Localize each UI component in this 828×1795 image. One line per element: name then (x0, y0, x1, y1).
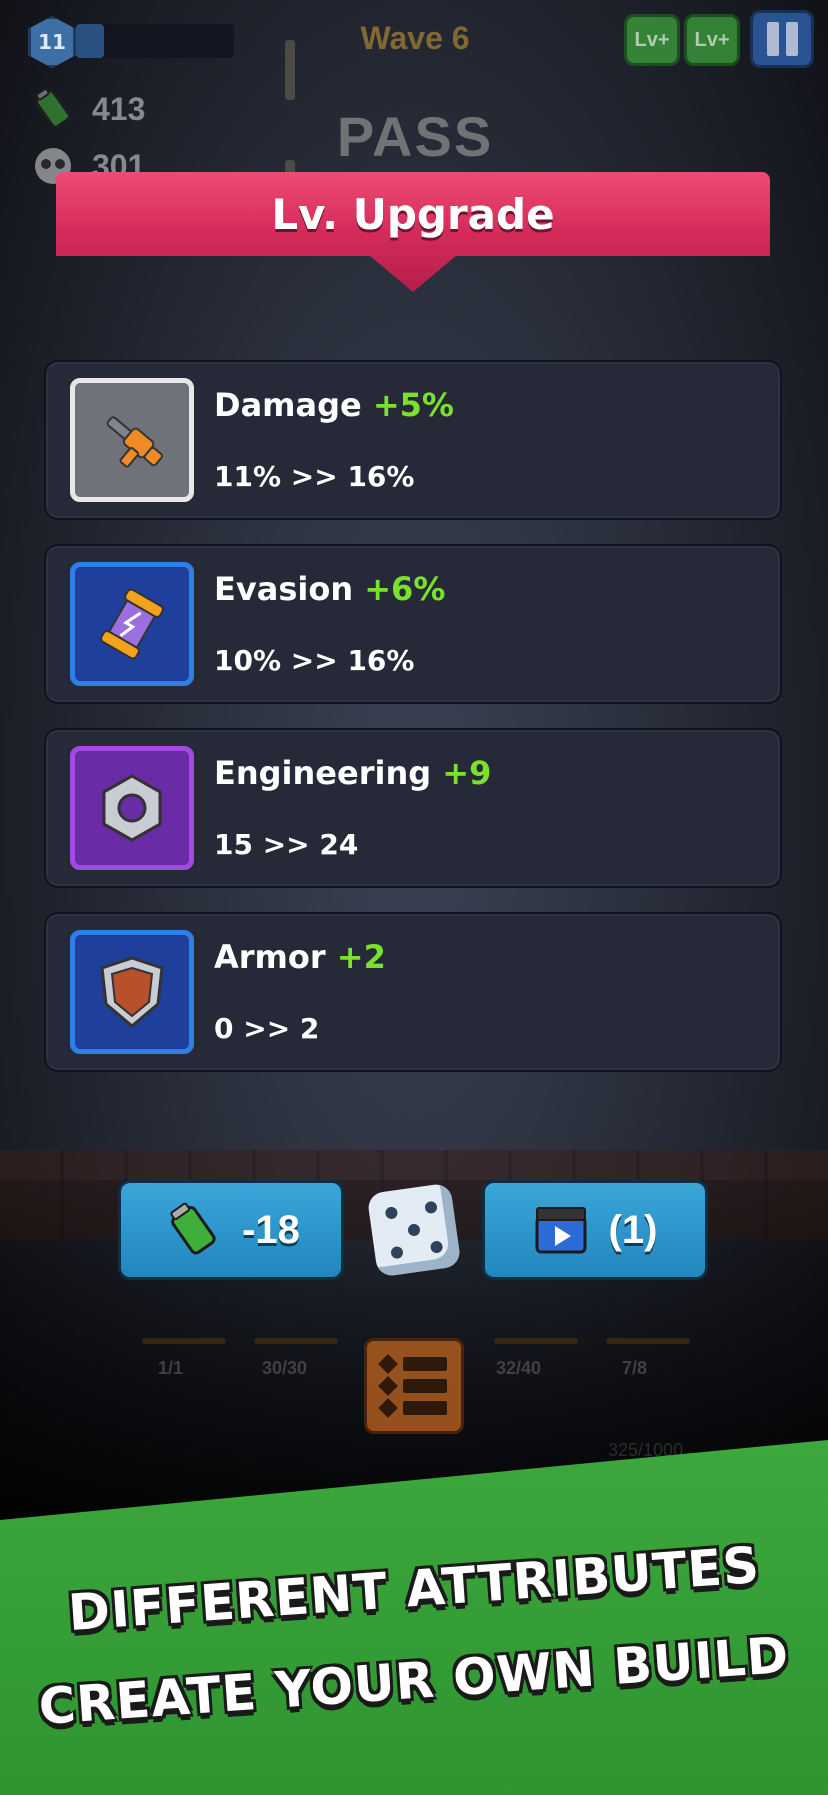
option-range: 11% >> 16% (214, 460, 415, 493)
battery-icon (170, 1202, 216, 1255)
option-title: Armor +2 (214, 938, 386, 976)
upgrade-option-engineering[interactable]: Engineering +9 15 >> 24 (44, 728, 782, 888)
option-title: Evasion +6% (214, 570, 445, 608)
option-bonus: +5% (372, 386, 454, 424)
pause-icon (766, 22, 779, 56)
lv-plus-button[interactable]: Lv+ (624, 14, 680, 66)
battery-icon (35, 88, 71, 129)
refresh-cost: -18 (242, 1207, 300, 1252)
option-name: Damage (214, 386, 362, 424)
slot-bar (254, 1338, 338, 1344)
option-bonus: +6% (364, 570, 446, 608)
upgrade-option-armor[interactable]: Armor +2 0 >> 2 (44, 912, 782, 1072)
battery-counter: 413 (30, 86, 145, 132)
road-marking (285, 40, 295, 100)
dice-icon[interactable] (366, 1182, 462, 1278)
xp-bar (76, 24, 234, 58)
energy-canister-icon (70, 562, 194, 686)
slot-count: 32/40 (496, 1358, 542, 1378)
lv-plus-button[interactable]: Lv+ (684, 14, 740, 66)
option-title: Damage +5% (214, 386, 454, 424)
slot-bar (606, 1338, 690, 1344)
option-bonus: +2 (336, 938, 386, 976)
watch-ad-button[interactable]: (1) (482, 1180, 708, 1280)
shield-icon (70, 930, 194, 1054)
option-range: 10% >> 16% (214, 644, 415, 677)
hex-nut-icon (70, 746, 194, 870)
pass-label[interactable]: PASS (300, 104, 530, 169)
upgrade-option-evasion[interactable]: Evasion +6% 10% >> 16% (44, 544, 782, 704)
rifle-icon (70, 378, 194, 502)
wave-label: Wave 6 (360, 20, 470, 56)
panel-title: Lv. Upgrade (271, 190, 555, 239)
option-name: Evasion (214, 570, 354, 608)
pause-button[interactable] (750, 10, 814, 68)
option-title: Engineering +9 (214, 754, 491, 792)
slot-count: 30/30 (262, 1358, 308, 1378)
video-clapper-icon (535, 1207, 587, 1254)
attribute-list-button[interactable] (364, 1338, 464, 1434)
slot-count: 7/8 (622, 1358, 648, 1378)
slot-bar (142, 1338, 226, 1344)
refresh-cost-button[interactable]: -18 (118, 1180, 344, 1280)
slot-bar (494, 1338, 578, 1344)
slot-count: 1/1 (158, 1358, 184, 1378)
battery-count: 413 (92, 90, 146, 127)
pause-icon (785, 22, 798, 56)
option-name: Armor (214, 938, 326, 976)
option-range: 15 >> 24 (214, 828, 359, 861)
option-bonus: +9 (442, 754, 492, 792)
option-name: Engineering (214, 754, 432, 792)
xp-bar-fill (76, 24, 105, 58)
ad-count: (1) (608, 1207, 658, 1252)
option-range: 0 >> 2 (214, 1012, 320, 1045)
upgrade-option-damage[interactable]: Damage +5% 11% >> 16% (44, 360, 782, 520)
